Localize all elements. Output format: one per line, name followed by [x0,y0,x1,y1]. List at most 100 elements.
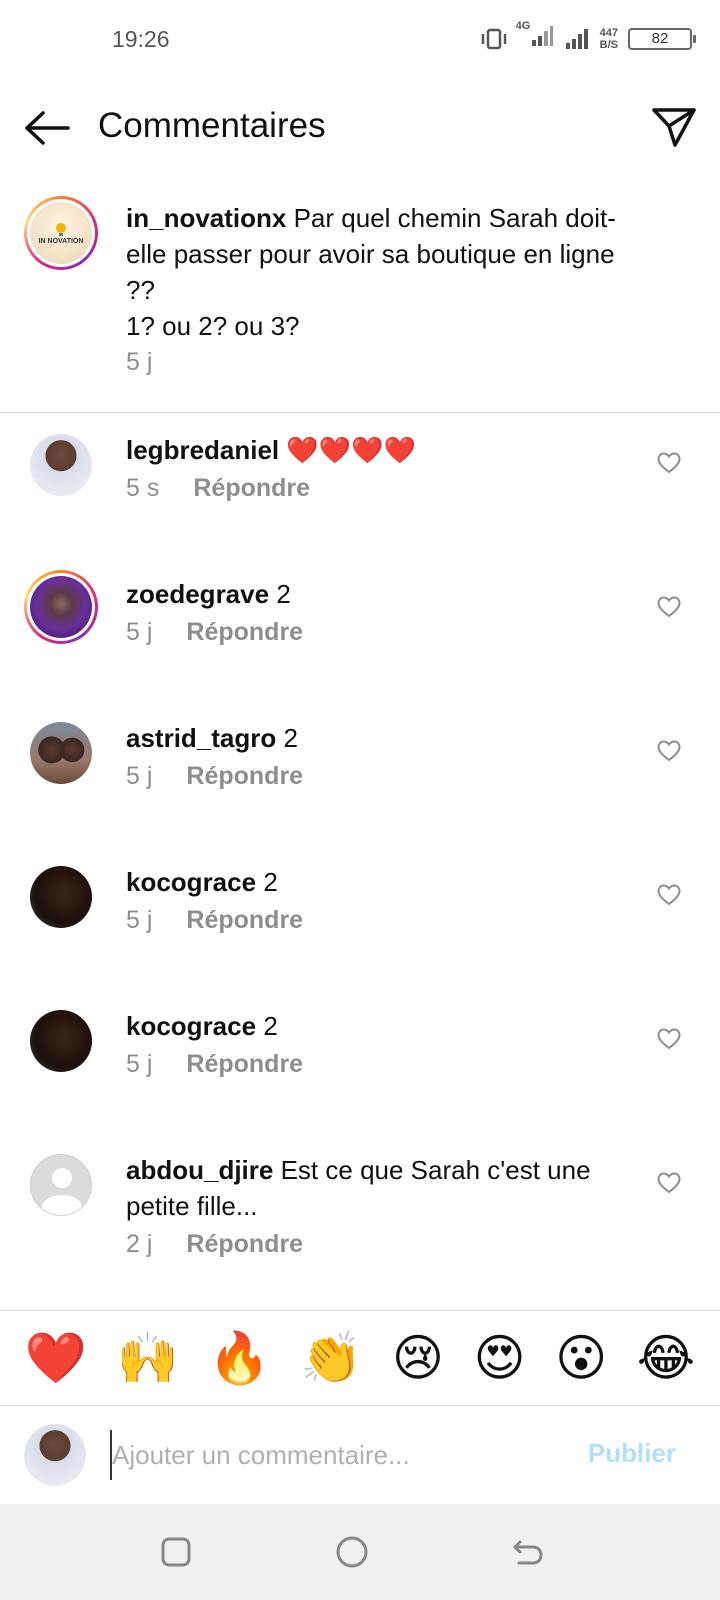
comment-body: 2 [263,867,278,897]
emoji-tears-of-joy[interactable]: 😂 [637,1328,695,1388]
like-button[interactable] [654,1024,684,1054]
comment-avatar [30,576,92,638]
comment-avatar[interactable] [30,722,92,784]
heart-outline-icon [657,1172,681,1194]
back-nav-button[interactable] [508,1532,548,1572]
status-time: 19:26 [112,26,170,52]
page-title: Commentaires [98,106,326,145]
comment-avatar[interactable] [30,866,92,928]
caption-text: in_novationx Par quel chemin Sarah doit-… [126,200,646,344]
comment-avatar[interactable] [30,1010,92,1072]
heart-outline-icon [657,740,681,762]
like-button[interactable] [654,1168,684,1198]
emoji-bar: ❤️ 🙌 🔥 👏 😢 😍 😮 😂 [0,1310,720,1406]
emoji-crying-face[interactable]: 😢 [392,1328,444,1388]
comment-meta: 5 j Répondre [126,906,303,935]
share-button[interactable] [648,102,700,152]
comment-username[interactable]: kocograce [126,1011,256,1041]
caption-avatar: IN NOVATION [30,202,92,264]
reply-button[interactable]: Répondre [186,906,303,935]
status-bar: 19:26 4G 447 B/S 82 [0,0,720,80]
back-arrow-icon [513,1540,543,1565]
heart-outline-icon [657,596,681,618]
comment-timestamp: 5 j [126,762,153,790]
comment-text: astrid_tagro 2 [126,720,636,756]
emoji-surprised-face[interactable]: 😮 [555,1328,607,1388]
home-button[interactable] [332,1532,372,1572]
reply-button[interactable]: Répondre [186,762,303,791]
status-icons: 4G 447 B/S 82 [480,20,696,53]
comment-text: abdou_djire Est ce que Sarah c'est une p… [126,1152,636,1224]
paper-plane-icon [652,108,696,147]
back-button[interactable] [22,106,72,150]
comment-text: legbredaniel ❤️❤️❤️❤️ [126,432,636,469]
circle-icon [336,1536,368,1568]
like-button[interactable] [654,880,684,910]
publish-button[interactable]: Publier [588,1438,676,1469]
emoji-fire[interactable]: 🔥 [208,1328,270,1388]
caption-body-line2: 1? ou 2? ou 3? [126,311,300,341]
heart-outline-icon [657,1028,681,1050]
comment-body: ❤️❤️❤️❤️ [286,436,416,466]
reply-button[interactable]: Répondre [186,1050,303,1079]
comment-body: 2 [276,579,291,609]
lightbulb-icon [56,222,66,236]
comment-body: 2 [263,1011,278,1041]
comment-meta: 2 j Répondre [126,1230,303,1259]
reply-button[interactable]: Répondre [186,618,303,647]
mobile-signal-icon: 4G [516,20,554,53]
comment-meta: 5 j Répondre [126,1050,303,1079]
comment-timestamp: 5 j [126,1050,153,1078]
comment-username[interactable]: astrid_tagro [126,723,276,753]
comment-timestamp: 2 j [126,1230,153,1258]
comment-timestamp: 5 j [126,618,153,646]
caption-avatar-logo-text: IN NOVATION [38,237,84,245]
arrow-left-icon [25,111,70,145]
like-button[interactable] [654,736,684,766]
heart-outline-icon [657,452,681,474]
emoji-red-heart[interactable]: ❤️ [25,1328,87,1388]
comment-meta: 5 s Répondre [126,474,310,503]
comment-username[interactable]: abdou_djire [126,1155,273,1185]
comment-text: kocograce 2 [126,1008,636,1044]
square-icon [161,1537,191,1567]
battery-icon: 82 [628,27,696,50]
emoji-raising-hands[interactable]: 🙌 [117,1328,179,1388]
emoji-heart-eyes[interactable]: 😍 [474,1328,526,1388]
comment-username[interactable]: kocograce [126,867,256,897]
post-caption: IN NOVATION in_novationx Par quel chemin… [0,188,720,413]
comment-meta: 5 j Répondre [126,762,303,791]
comment-timestamp: 5 s [126,474,160,502]
default-user-icon [42,1168,82,1215]
network-label: 4G [515,20,531,32]
caption-username[interactable]: in_novationx [126,203,286,233]
net-speed-value: 447 [599,26,618,39]
recents-button[interactable] [156,1532,196,1572]
reply-button[interactable]: Répondre [186,1230,303,1259]
reply-button[interactable]: Répondre [193,474,310,503]
comment-text: kocograce 2 [126,864,636,900]
comment-input[interactable] [110,1430,574,1480]
comment-text: zoedegrave 2 [126,576,636,612]
comment-body: 2 [283,723,298,753]
caption-timestamp: 5 j [126,348,153,376]
comment-avatar-ring[interactable] [24,570,98,644]
comment-composer: Publier [0,1406,720,1502]
like-button[interactable] [654,592,684,622]
comment-timestamp: 5 j [126,906,153,934]
caption-avatar-ring[interactable]: IN NOVATION [24,196,98,270]
vibrate-icon [481,28,506,49]
current-user-avatar [24,1424,86,1486]
emoji-clapping-hands[interactable]: 👏 [300,1328,362,1388]
net-speed: 447 B/S [600,27,618,51]
like-button[interactable] [654,448,684,478]
net-speed-unit: B/S [599,38,618,51]
comment-username[interactable]: zoedegrave [126,579,269,609]
comment-username[interactable]: legbredaniel [126,435,279,465]
battery-level: 82 [651,30,669,47]
comment-avatar[interactable] [30,434,92,496]
comment-meta: 5 j Répondre [126,618,303,647]
signal-bars-icon [565,28,588,49]
comment-avatar-placeholder[interactable] [30,1154,92,1216]
system-nav-bar [0,1504,720,1600]
